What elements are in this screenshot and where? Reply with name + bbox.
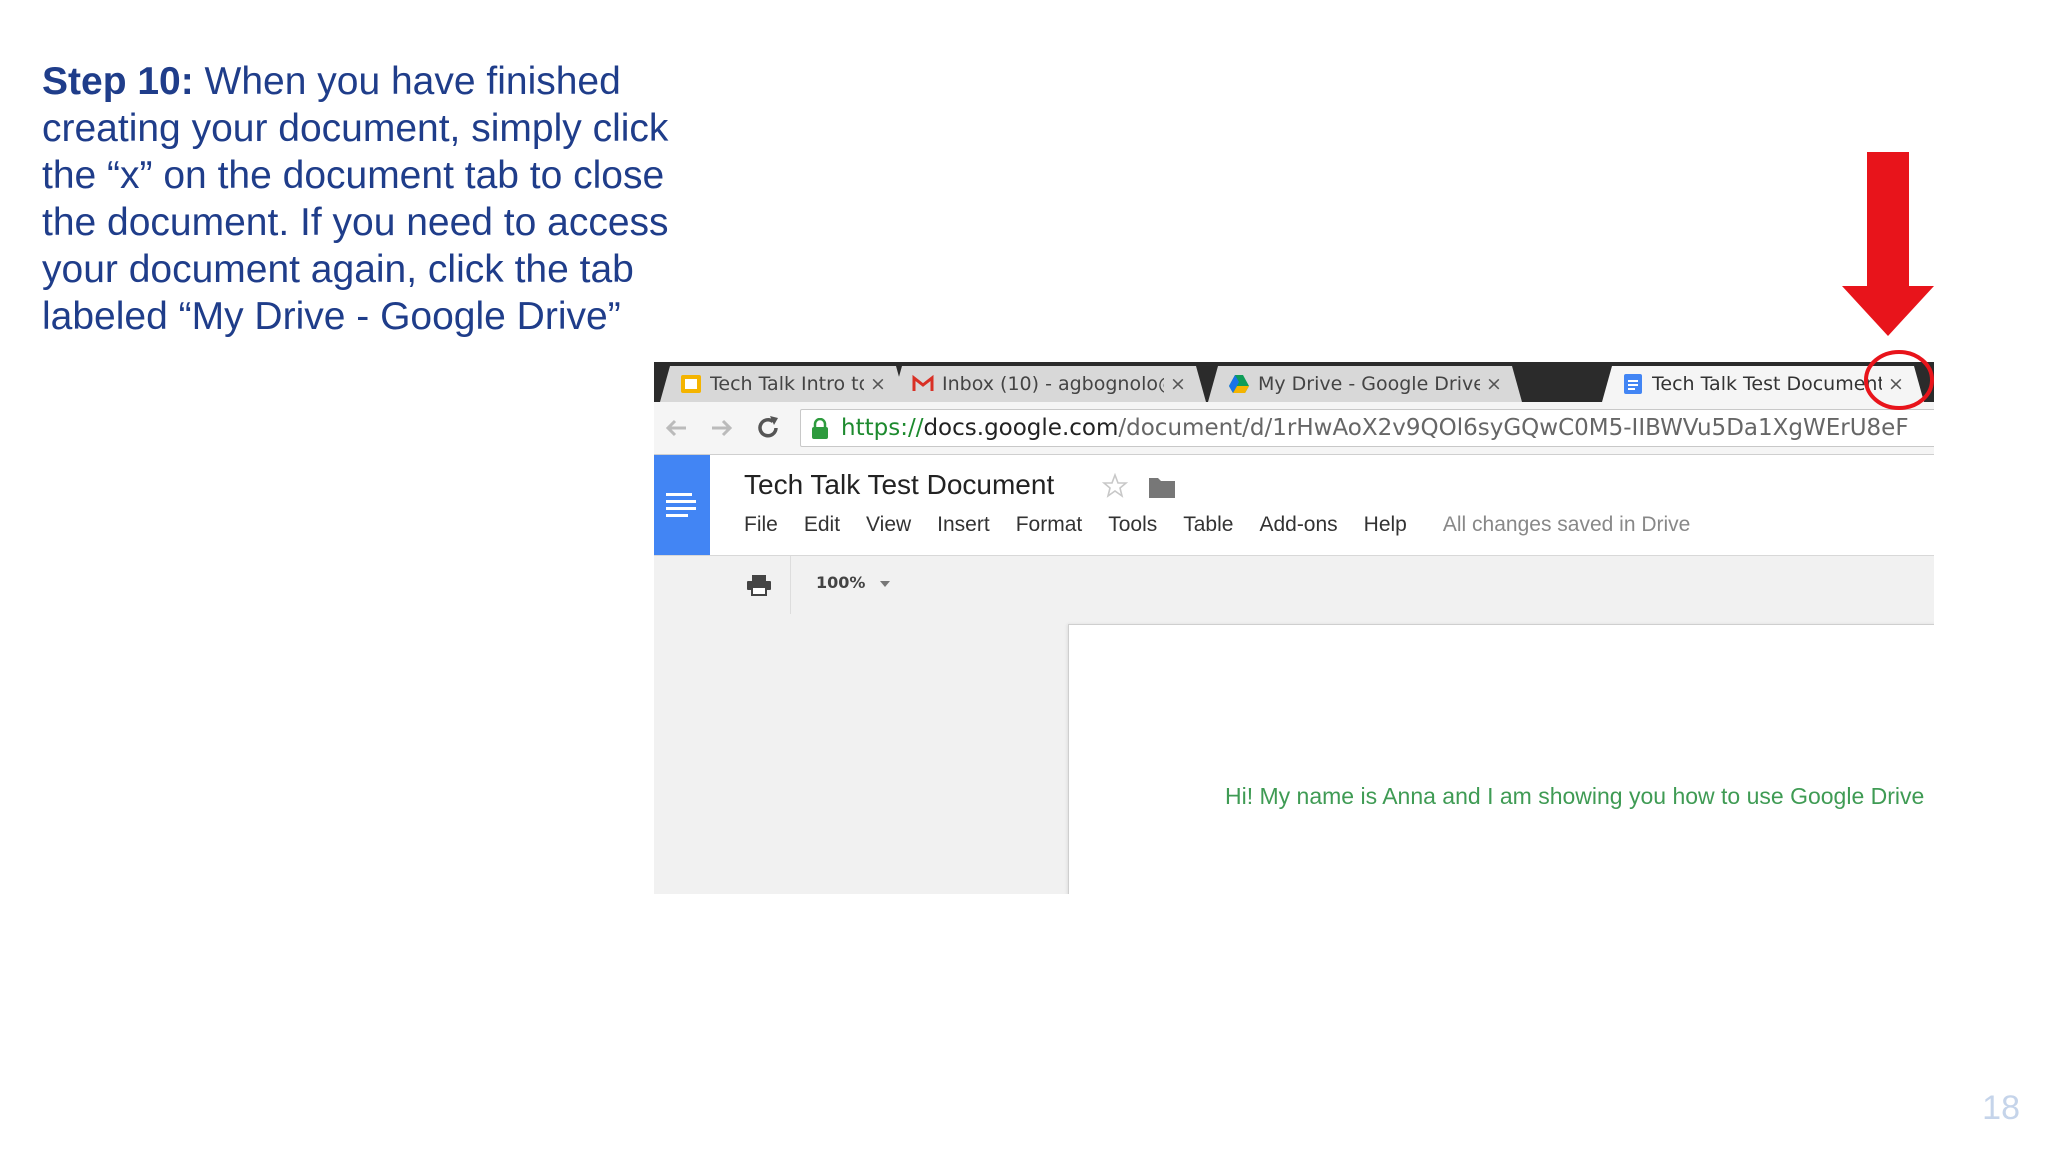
url-scheme: https:// [841,415,924,441]
menu-table[interactable]: Table [1183,513,1233,537]
forward-arrow-icon[interactable] [706,412,738,444]
document-title[interactable]: Tech Talk Test Document [744,469,1054,501]
docs-header: Tech Talk Test Document File Edit View I… [654,455,1934,555]
red-arrow-icon [1842,152,1934,336]
page-number: 18 [1982,1089,2020,1127]
docs-icon [1622,373,1644,395]
close-tab-icon[interactable]: × [864,373,892,395]
document-canvas: Hi! My name is Anna and I am showing you… [654,614,1934,894]
url-path: /document/d/1rHwAoX2v9QOl6syGQwC0M5-IIBW… [1118,415,1909,441]
toolbar-divider [790,556,791,614]
url-host: docs.google.com [923,415,1119,441]
lock-icon [812,418,828,439]
close-tab-icon[interactable]: × [1164,373,1192,395]
url-field[interactable]: https://docs.google.com/document/d/1rHwA… [800,409,1934,447]
menu-bar: File Edit View Insert Format Tools Table… [744,513,1716,537]
close-tab-icon[interactable]: × [1480,373,1508,395]
document-page[interactable]: Hi! My name is Anna and I am showing you… [1068,624,1934,894]
tab-strip: Tech Talk Intro to Google × Inbox (10) -… [654,362,1934,402]
menu-format[interactable]: Format [1016,513,1083,537]
instruction-text: Step 10: When you have finished creating… [42,58,682,340]
drive-icon [1228,373,1250,395]
tab-inbox[interactable]: Inbox (10) - agbognolo@ × [892,366,1206,402]
slides-icon [680,373,702,395]
menu-insert[interactable]: Insert [937,513,990,537]
step-label: Step 10: [42,60,194,103]
menu-file[interactable]: File [744,513,778,537]
zoom-select[interactable]: 100% [816,573,865,592]
tab-label: Inbox (10) - agbognolo@ [942,373,1164,395]
tab-label: My Drive - Google Drive [1258,373,1480,395]
folder-icon[interactable] [1148,475,1176,499]
tab-my-drive[interactable]: My Drive - Google Drive × [1208,366,1522,402]
tab-label: Tech Talk Intro to Google [710,373,859,395]
star-icon[interactable] [1102,473,1128,499]
docs-logo-icon [666,493,696,517]
menu-add-ons[interactable]: Add-ons [1259,513,1337,537]
highlight-circle-icon [1864,350,1934,410]
browser-screenshot: Tech Talk Intro to Google × Inbox (10) -… [654,362,1934,894]
document-body-text[interactable]: Hi! My name is Anna and I am showing you… [1225,783,1924,810]
save-status[interactable]: All changes saved in Drive [1443,513,1690,537]
gmail-icon [912,373,934,395]
menu-tools[interactable]: Tools [1108,513,1157,537]
menu-edit[interactable]: Edit [804,513,840,537]
reload-icon[interactable] [752,412,784,444]
tab-label: Tech Talk Test Document [1652,373,1882,395]
chevron-down-icon[interactable] [880,581,890,587]
docs-toolbar: 100% [654,555,1934,615]
print-icon[interactable] [746,574,772,596]
back-arrow-icon[interactable] [660,412,692,444]
tab-tech-talk-intro[interactable]: Tech Talk Intro to Google × [660,366,906,402]
menu-help[interactable]: Help [1364,513,1407,537]
docs-home-button[interactable] [654,455,710,555]
address-bar-row: https://docs.google.com/document/d/1rHwA… [654,402,1934,455]
menu-view[interactable]: View [866,513,911,537]
